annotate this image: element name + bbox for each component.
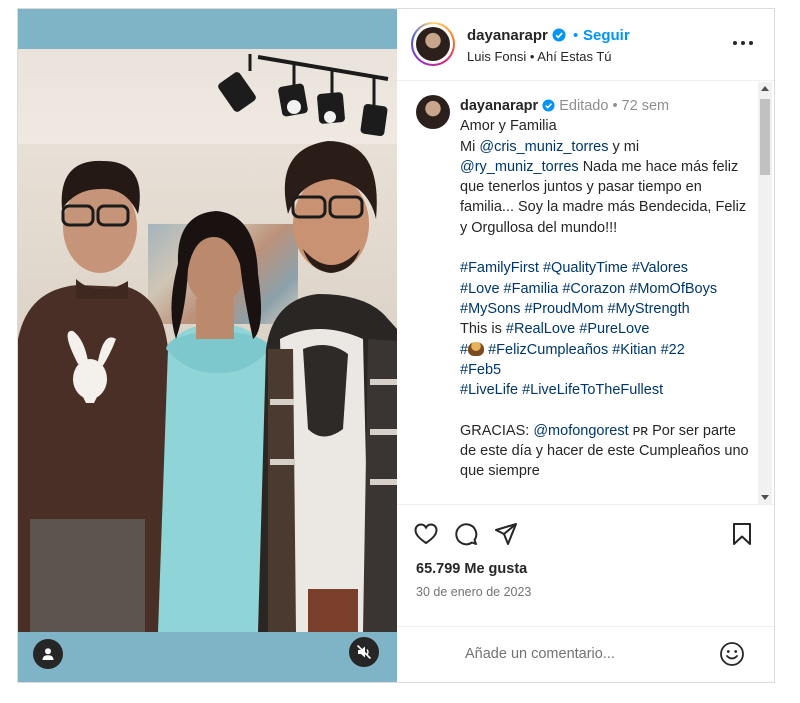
paper-plane-icon[interactable] <box>493 521 519 547</box>
comment-bar <box>397 626 774 682</box>
comment-input[interactable] <box>465 643 705 665</box>
hashtag-line[interactable]: #MySons #ProudMom #MyStrength <box>460 299 750 319</box>
hashtag-line[interactable]: #RealLove #PureLove <box>506 321 650 337</box>
post-card: dayanarapr • Seguir Luis Fonsi • Ahí Est… <box>17 8 775 683</box>
hashtag-prefix[interactable]: # <box>460 342 468 358</box>
like-count[interactable]: 65.799 Me gusta <box>416 561 527 577</box>
follow-button[interactable]: Seguir <box>583 27 630 44</box>
scrollbar-thumb[interactable] <box>760 99 770 175</box>
ellipsis-icon[interactable] <box>732 37 754 49</box>
post-age[interactable]: 72 sem <box>622 98 670 114</box>
hashtag-line[interactable]: #Feb5 <box>460 360 750 380</box>
mention-link[interactable]: @ry_muniz_torres <box>460 159 579 175</box>
user-tag-icon <box>42 648 54 660</box>
family-photo-people <box>18 141 397 632</box>
caption-avatar[interactable] <box>416 95 450 129</box>
author-username[interactable]: dayanarapr <box>467 27 548 44</box>
scrollbar[interactable] <box>758 82 772 504</box>
post-details-panel: dayanarapr • Seguir Luis Fonsi • Ahí Est… <box>397 9 774 682</box>
caption-text-fragment: GRACIAS: <box>460 422 534 439</box>
caption-text: dayanarapr Editado • 72 sem Amor y Famil… <box>460 96 750 482</box>
caption-line: Amor y Familia <box>460 118 557 135</box>
post-media[interactable] <box>18 9 397 682</box>
avatar[interactable] <box>416 27 450 61</box>
caption-scroll-area[interactable]: dayanarapr Editado • 72 sem Amor y Famil… <box>397 82 774 504</box>
post-actions: 65.799 Me gusta 30 de enero de 2023 <box>397 504 774 604</box>
bookmark-icon[interactable] <box>729 521 755 547</box>
post-date: 30 de enero de 2023 <box>416 585 532 599</box>
mention-link[interactable]: @cris_muniz_torres <box>479 139 608 155</box>
post-photo <box>18 49 397 632</box>
tagged-users-button[interactable] <box>33 639 63 669</box>
caption-text-fragment: This is <box>460 321 506 338</box>
hashtag-line[interactable]: #FelizCumpleaños #Kitian #22 <box>484 342 685 358</box>
verified-badge-icon <box>552 28 566 42</box>
speech-bubble-icon[interactable] <box>453 521 479 547</box>
hashtag-line[interactable]: #FamilyFirst #QualityTime #Valores <box>460 258 750 278</box>
smiley-icon[interactable] <box>719 641 745 667</box>
region-label: ᴘʀ <box>628 422 649 439</box>
scroll-down-arrow-icon[interactable] <box>761 495 769 500</box>
hashtag-line[interactable]: #LiveLife #LiveLifeToTheFullest <box>460 380 750 400</box>
post-header: dayanarapr • Seguir Luis Fonsi • Ahí Est… <box>397 9 774 81</box>
scroll-up-arrow-icon[interactable] <box>761 86 769 91</box>
heart-icon[interactable] <box>413 521 439 547</box>
edited-label: Editado <box>559 98 609 114</box>
mention-link[interactable]: @mofongorest <box>533 423 628 439</box>
caption-text-fragment: y mi <box>608 138 640 155</box>
hashtag-line[interactable]: #Love #Familia #Corazon #MomOfBoys <box>460 279 750 299</box>
audio-track-link[interactable]: Luis Fonsi • Ahí Estas Tú <box>467 49 612 64</box>
mute-toggle-button[interactable] <box>349 637 379 667</box>
story-ring[interactable] <box>411 22 455 66</box>
caption-username[interactable]: dayanarapr <box>460 98 538 114</box>
caption-text-fragment: Mi <box>460 138 480 155</box>
verified-badge-icon <box>542 99 555 112</box>
pancake-emoji-icon <box>468 341 485 356</box>
speaker-muted-icon <box>356 644 372 660</box>
separator-dot: • <box>573 27 579 44</box>
separator-dot: • <box>612 98 618 114</box>
